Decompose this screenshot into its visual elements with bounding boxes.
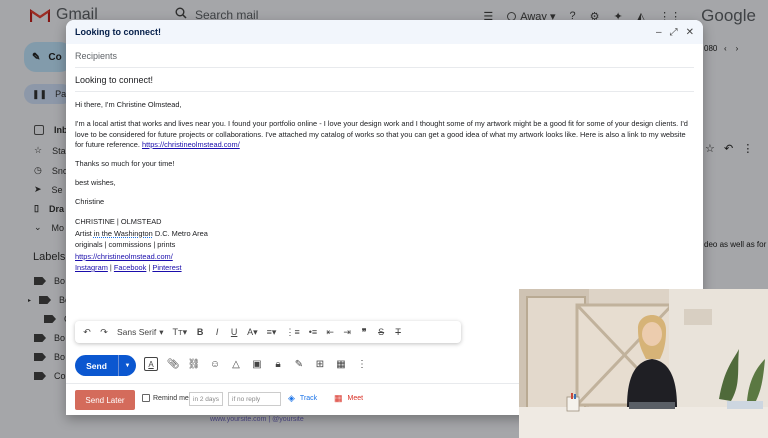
more-options-icon[interactable]: ⋮ [356, 357, 368, 371]
closing-line: best wishes, [75, 178, 116, 187]
sig-title-part: D.C. Metro Area [152, 228, 208, 238]
track-label: Track [299, 395, 318, 402]
instagram-link[interactable]: Instagram [75, 263, 108, 272]
undo-icon[interactable]: ↶ [83, 327, 91, 338]
website-link[interactable]: https://christineolmstead.com/ [142, 140, 240, 149]
sender-name: Christine [75, 197, 105, 206]
message-body[interactable]: Hi there, I'm Christine Olmstead, I'm a … [66, 92, 703, 282]
track-button[interactable]: ◈ Track [288, 393, 317, 404]
insert-photo-icon[interactable]: ▣ [251, 357, 263, 371]
text-color-icon[interactable]: A▾ [247, 327, 258, 338]
expand-icon[interactable]: ⤢ [670, 27, 678, 38]
text-size-icon[interactable]: T T ▾ [173, 327, 188, 338]
pinterest-link[interactable]: Pinterest [152, 263, 181, 272]
bulleted-list-icon[interactable]: •≡ [309, 327, 317, 337]
compose-title: Looking to connect! [75, 27, 161, 37]
italic-icon[interactable]: I [213, 327, 221, 337]
checkbox-icon [142, 394, 150, 402]
track-icon: ◈ [288, 393, 295, 403]
signature-pen-icon[interactable]: ✎ [293, 357, 305, 371]
presenter-video-frame [519, 289, 768, 438]
signature-name: CHRISTINE | OLMSTEAD [75, 217, 162, 226]
attach-file-icon[interactable]: 📎︎ [167, 357, 180, 371]
clear-formatting-icon[interactable]: T [394, 327, 402, 337]
quote-icon[interactable]: ❞ [360, 327, 368, 338]
formatting-options-icon[interactable]: A [144, 357, 158, 371]
compose-actions: A 📎︎ ⛓︎ ☺ △ ▣ 🔒︎ ✎ ⊞ ▦ ⋮ [144, 357, 368, 371]
send-options-chevron-icon[interactable]: ▼ [118, 355, 136, 376]
calendar-icon: ▦ [334, 393, 343, 403]
insert-link-icon[interactable]: ⛓︎ [188, 357, 201, 371]
meet-button[interactable]: ▦ Meet [334, 393, 363, 404]
numbered-list-icon[interactable]: ⋮≡ [285, 327, 299, 338]
signature-services: originals | commissions | prints [75, 240, 176, 249]
compose-header[interactable]: Looking to connect! – ⤢ ✕ [66, 20, 703, 44]
remind-me-checkbox[interactable]: Remind me [142, 394, 189, 402]
recipients-placeholder: Recipients [75, 50, 118, 61]
drive-icon[interactable]: △ [230, 357, 242, 371]
thanks-line: Thanks so much for your time! [75, 159, 175, 168]
align-icon[interactable]: ≡▾ [267, 327, 277, 338]
remind-label: Remind me [153, 394, 189, 402]
indent-less-icon[interactable]: ⇤ [326, 327, 334, 338]
meet-label: Meet [347, 395, 364, 402]
close-icon[interactable]: ✕ [686, 27, 694, 38]
remind-condition-select[interactable]: if no reply [228, 392, 281, 406]
minimize-icon[interactable]: – [656, 27, 662, 38]
underline-icon[interactable]: U [230, 327, 238, 337]
indent-more-icon[interactable]: ⇥ [343, 327, 351, 338]
signature: CHRISTINE | OLMSTEAD Artist in the Washi… [75, 216, 694, 274]
facebook-link[interactable]: Facebook [114, 263, 146, 272]
emoji-icon[interactable]: ☺ [209, 357, 221, 371]
send-button-group: Send ▼ [75, 355, 136, 376]
bold-icon[interactable]: B [196, 327, 204, 337]
redo-icon[interactable]: ↷ [100, 327, 108, 338]
subject-field[interactable]: Looking to connect! [75, 68, 694, 92]
sig-title-part: Artist [75, 228, 94, 238]
font-select[interactable]: Sans Serif ▾ [117, 327, 164, 338]
layouts-icon[interactable]: ⊞ [314, 357, 326, 371]
schedule-event-icon[interactable]: ▦ [335, 357, 347, 371]
remind-days-select[interactable]: in 2 days [189, 392, 223, 406]
subject-value: Looking to connect! [75, 74, 154, 85]
send-later-button[interactable]: Send Later [75, 390, 135, 410]
greeting: Hi there, I'm Christine Olmstead, [75, 100, 182, 109]
confidential-mode-icon[interactable]: 🔒︎ [272, 357, 284, 371]
recipients-field[interactable]: Recipients [75, 44, 694, 68]
signature-website-link[interactable]: https://christineolmstead.com/ [75, 252, 173, 261]
sig-title-underlined: in the Washington [93, 228, 153, 238]
presenter-video [519, 289, 768, 438]
strikethrough-icon[interactable]: S [377, 327, 385, 337]
font-value: Sans Serif [117, 327, 157, 337]
signature-title: Artist in the Washington D.C. Metro Area [75, 228, 694, 240]
send-button[interactable]: Send [75, 355, 118, 376]
window-controls: – ⤢ ✕ [656, 27, 694, 38]
body-paragraph: I'm a local artist that works and lives … [75, 119, 694, 151]
signature-social-links: Instagram | Facebook | Pinterest [75, 262, 694, 274]
formatting-toolbar: ↶ ↷ Sans Serif ▾ T T ▾ B I U A▾ ≡▾ ⋮≡ •≡ ⇤ … [75, 321, 461, 343]
